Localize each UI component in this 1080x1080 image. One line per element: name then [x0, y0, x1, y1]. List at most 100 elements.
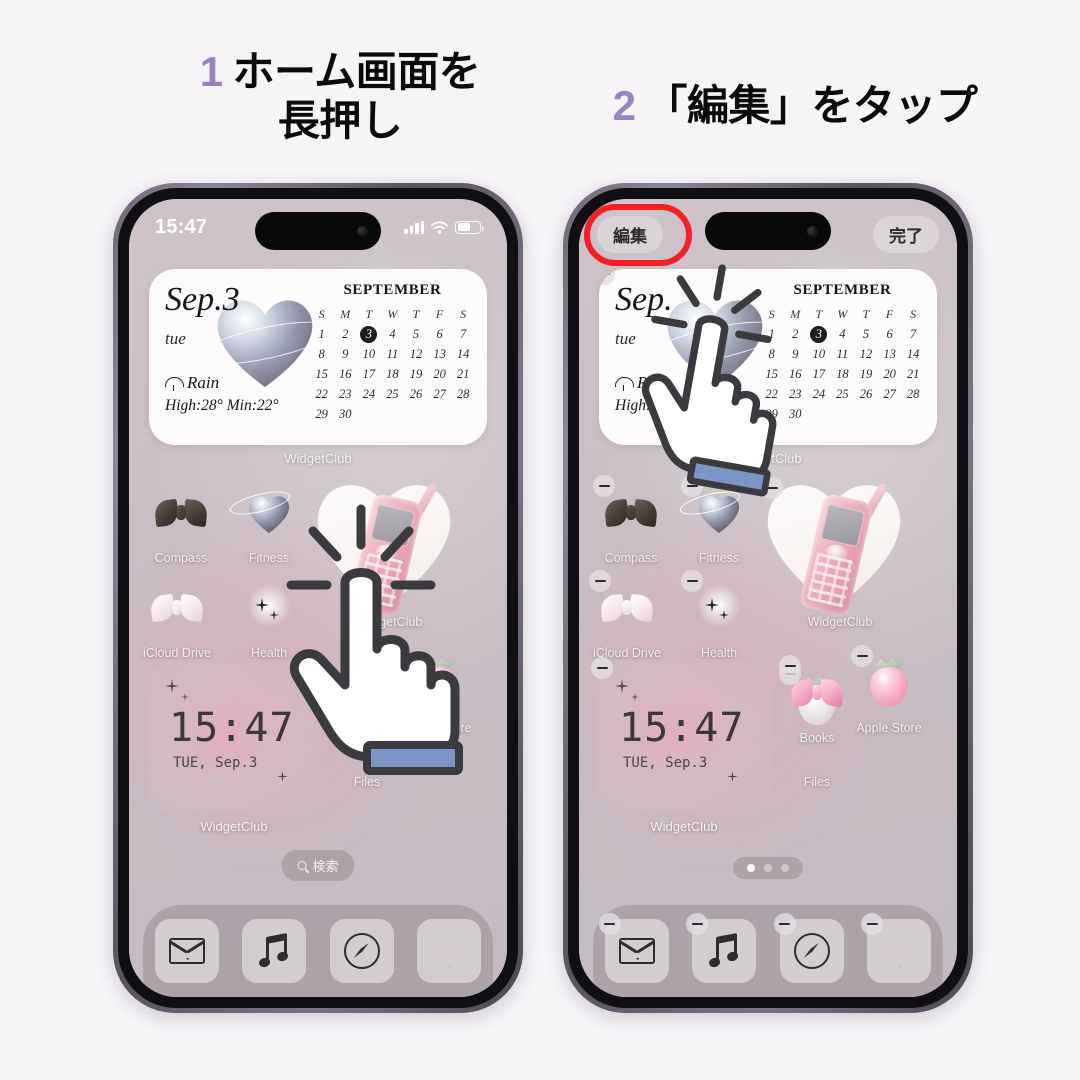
dock-app-mail[interactable] [598, 913, 669, 983]
dock-app-heart[interactable] [417, 919, 482, 983]
calendar-day: 14 [456, 347, 470, 361]
calendar-day: 12 [859, 347, 873, 361]
dock [143, 905, 493, 997]
dock-app-heart[interactable] [861, 913, 932, 983]
calendar-day: 12 [409, 347, 423, 361]
app-label: Books [799, 731, 835, 745]
remove-app-badge[interactable] [681, 570, 703, 592]
page-dots[interactable] [733, 857, 803, 879]
app-label: Apple Store [856, 721, 922, 735]
calendar-weather-widget[interactable]: Sep.3 tue Rain High:28° Min:22° SEPTEMBE… [149, 269, 487, 445]
app-widgetclub-large[interactable]: WidgetClub [755, 467, 925, 629]
page-dot[interactable] [764, 864, 772, 872]
dock-app-mail[interactable] [154, 919, 219, 983]
calendar-day: 13 [883, 347, 896, 361]
step-1-number: 1 [199, 48, 223, 95]
search-pill[interactable]: 検索 [281, 850, 355, 881]
calendar-day: 11 [836, 347, 849, 361]
calendar-day: 5 [412, 327, 420, 341]
calendar-day: 4 [839, 327, 846, 341]
remove-app-badge[interactable] [851, 645, 873, 667]
phone-mockup-2: 編集 完了 Sep. tue Rain High:28° Min: [563, 183, 973, 1013]
app-compass[interactable]: Compass [143, 481, 219, 565]
clock-time: 15:47 [619, 705, 745, 751]
calendar-dow-header: T [815, 307, 823, 321]
widget-left-panel: Sep.3 tue Rain High:28° Min:22° [149, 269, 308, 445]
calendar-day: 8 [318, 347, 325, 361]
calendar-day: 17 [362, 367, 376, 381]
calendar-day: 25 [386, 387, 399, 401]
clock-subtitle: TUE, Sep.3 [173, 755, 258, 771]
calendar-dow-header: T [412, 307, 420, 321]
white-bow-icon [145, 576, 209, 640]
wifi-icon [431, 220, 448, 234]
front-camera-icon [807, 225, 818, 237]
calendar-day: 18 [386, 367, 399, 381]
remove-app-badge[interactable] [861, 913, 884, 935]
battery-icon [455, 220, 484, 234]
signal-bars-icon [404, 220, 424, 234]
calendar-day: 4 [389, 327, 396, 341]
dock-app-music[interactable] [242, 919, 307, 983]
phone-2-screen: 編集 完了 Sep. tue Rain High:28° Min: [579, 199, 957, 997]
status-icons [404, 220, 484, 234]
widget-weather-text: Rain [187, 373, 220, 392]
widget-day-of-week: tue [165, 329, 186, 348]
calendar-dow-header: T [862, 307, 870, 321]
pink-bow-icon [779, 655, 849, 725]
widget-temps: High:28° Min:22° [165, 397, 279, 414]
music-note-icon [707, 932, 741, 968]
app-health[interactable]: Health [681, 570, 757, 660]
app-label: Fitness [698, 551, 740, 565]
phone-bezel: 15:47 Sep.3 tue Rain High:28° Min:22° SE… [118, 188, 518, 1008]
compass-icon [793, 933, 830, 969]
dark-bow-icon [149, 481, 213, 545]
remove-app-badge[interactable] [589, 570, 611, 592]
widget-label: WidgetClub [200, 819, 268, 834]
phone-mockup-1: 15:47 Sep.3 tue Rain High:28° Min:22° SE… [113, 183, 523, 1013]
remove-app-badge[interactable] [779, 655, 801, 677]
app-books[interactable]: Books [779, 655, 855, 745]
remove-app-badge[interactable] [686, 913, 709, 935]
step-2-number: 2 [612, 82, 636, 129]
calendar-month-label: SEPTEMBER [343, 282, 442, 298]
music-note-icon [257, 932, 291, 968]
app-icloud-drive[interactable]: iCloud Drive [589, 570, 665, 660]
app-icloud-drive[interactable]: iCloud Drive [139, 576, 215, 660]
remove-app-badge[interactable] [773, 913, 796, 935]
calendar-day: 23 [338, 387, 352, 401]
calendar-day: 14 [906, 347, 920, 361]
clock-subtitle: TUE, Sep.3 [623, 755, 708, 771]
calendar-day: 17 [812, 367, 826, 381]
remove-app-badge[interactable] [593, 475, 615, 497]
app-label: Files [803, 775, 831, 789]
widget-date: Sep.3 [165, 281, 240, 318]
calendar-day: 26 [409, 387, 423, 401]
done-button[interactable]: 完了 [873, 216, 939, 253]
calendar-day: 30 [338, 407, 352, 421]
dock-app-music[interactable] [686, 913, 757, 983]
calendar-day: 10 [812, 347, 826, 361]
app-compass[interactable]: Compass [593, 475, 669, 565]
calendar-day: 1 [318, 327, 325, 341]
calendar-day: 3 [807, 326, 831, 343]
calendar-day: 11 [386, 347, 399, 361]
calendar-day: 19 [409, 367, 423, 381]
calendar-dow-header: F [885, 307, 894, 321]
clock-widget[interactable]: 15:47 TUE, Sep.3 [591, 657, 771, 813]
widget-calendar-panel: SEPTEMBER S M T W T F S 1 2 3 4 5 6 7 8 9 10 11 12 13 14 15 16… [308, 269, 487, 445]
heart-icon [881, 935, 917, 968]
umbrella-icon [165, 376, 184, 391]
calendar-dow-header: T [365, 307, 373, 321]
remove-app-badge[interactable] [598, 913, 621, 935]
page-dot[interactable] [781, 864, 789, 872]
page-dot-active[interactable] [747, 864, 755, 872]
app-apple-store[interactable]: Apple Store [851, 645, 927, 735]
dock-app-safari[interactable] [329, 919, 394, 983]
calendar-day: 5 [862, 327, 870, 341]
tutorial-page: 1 ホーム画面を 長押し 2 「編集」をタップ 15:47 Sep.3 tue … [0, 0, 1080, 1080]
calendar-day: 18 [836, 367, 849, 381]
dock-app-safari[interactable] [773, 913, 844, 983]
heart-icon [431, 935, 467, 968]
remove-widget-badge[interactable] [591, 657, 613, 679]
